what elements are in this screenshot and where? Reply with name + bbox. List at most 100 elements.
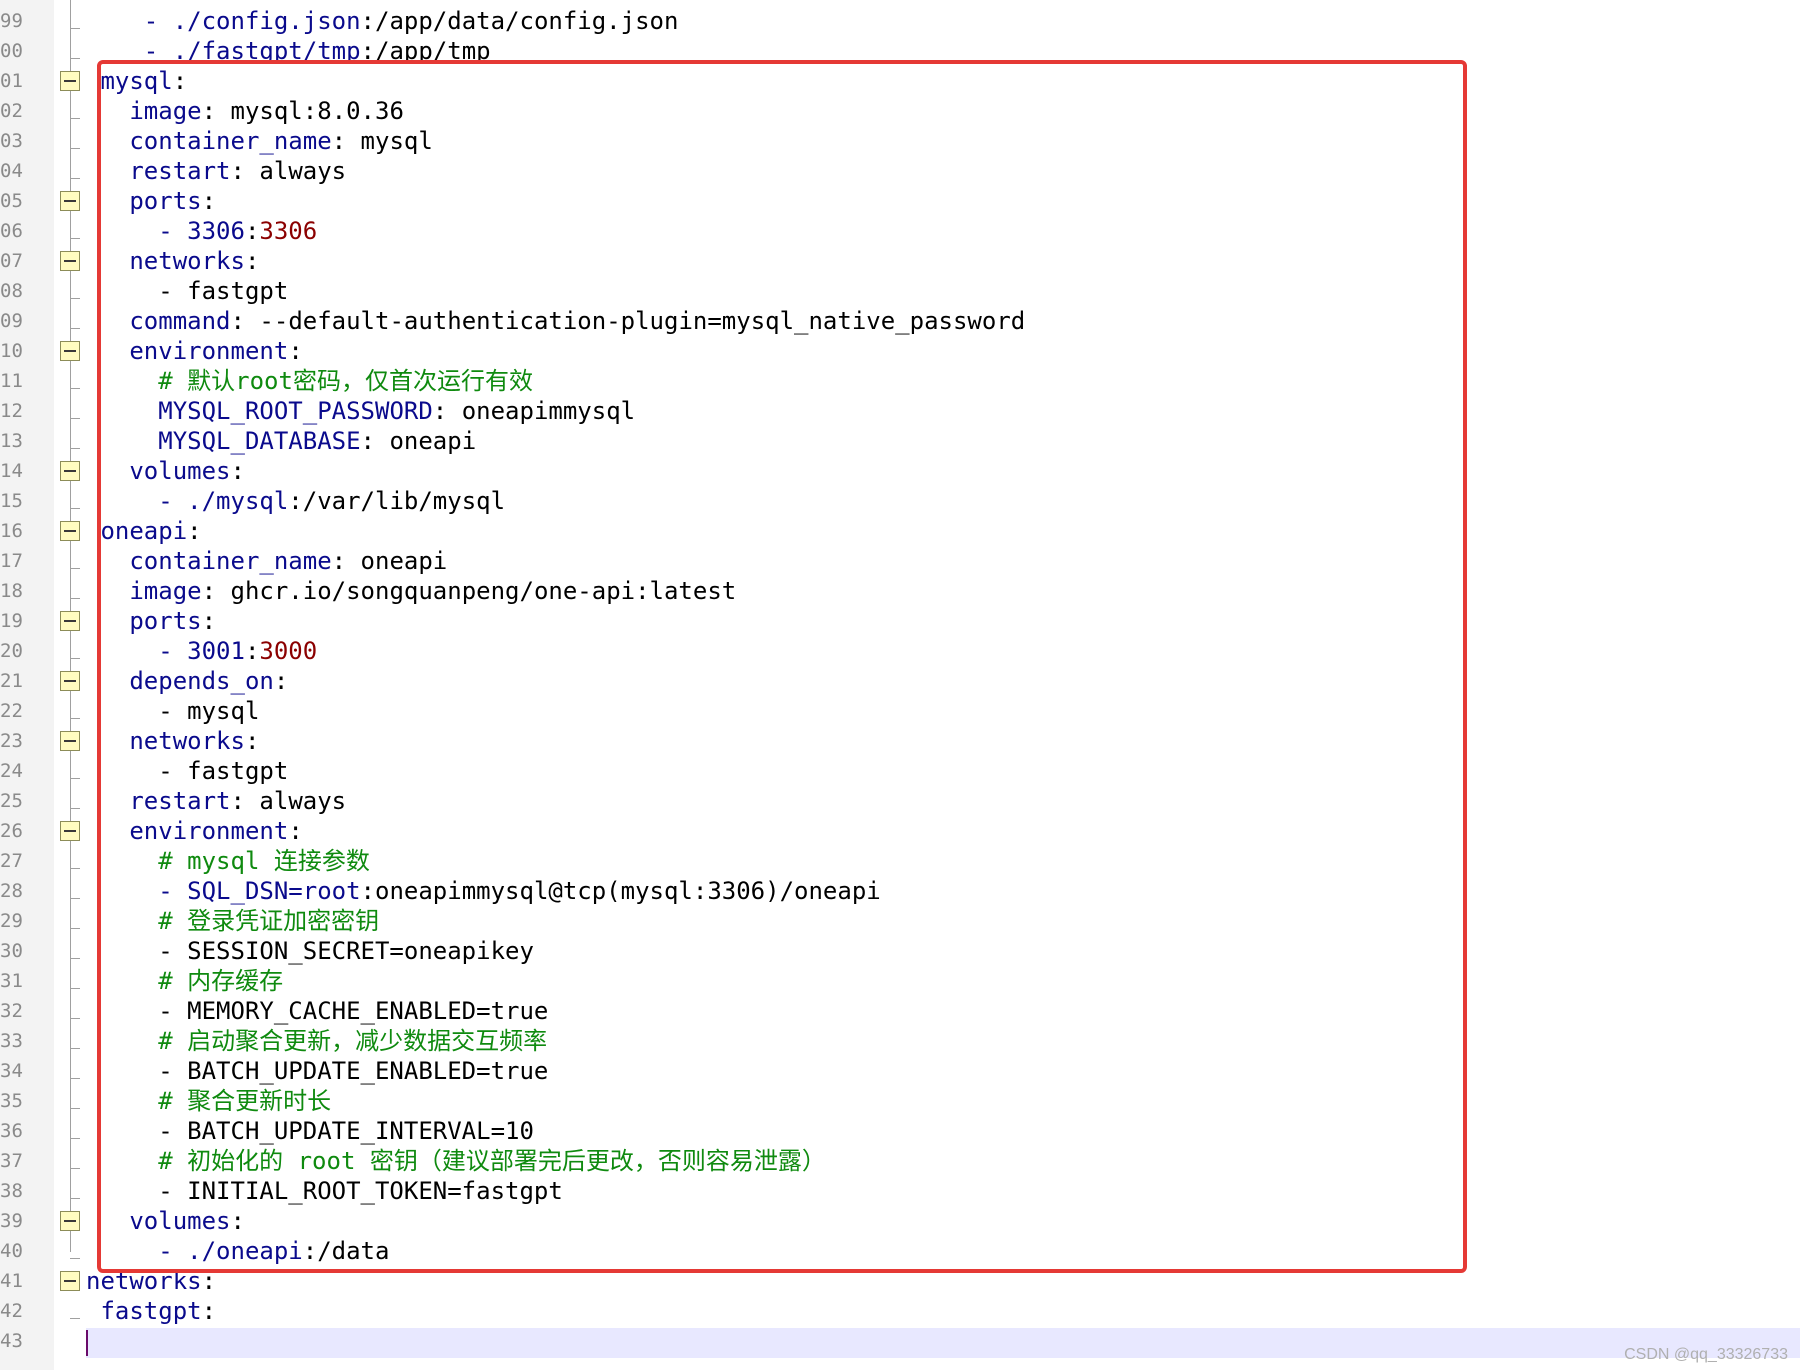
fold-toggle-icon[interactable] <box>60 341 80 361</box>
fold-toggle-icon[interactable] <box>60 191 80 211</box>
code-line[interactable]: ports: <box>86 186 216 216</box>
code-line[interactable]: restart: always <box>86 156 346 186</box>
fold-tick <box>70 568 80 569</box>
code-line[interactable]: mysql: <box>86 66 187 96</box>
code-line[interactable]: - BATCH_UPDATE_ENABLED=true <box>86 1056 548 1086</box>
code-line[interactable]: # mysql 连接参数 <box>86 846 370 876</box>
code-line[interactable]: - SESSION_SECRET=oneapikey <box>86 936 534 966</box>
code-line[interactable]: fastgpt: <box>86 1296 216 1326</box>
line-number: 27 <box>0 850 23 872</box>
code-token: :/var/lib/mysql <box>288 487 506 515</box>
fold-tick <box>70 28 80 29</box>
fold-toggle-icon[interactable] <box>60 521 80 541</box>
code-token: image <box>129 97 202 125</box>
code-token: - ./oneapi <box>158 1237 303 1265</box>
code-line[interactable]: oneapi: <box>86 516 201 546</box>
code-token: : mysql:8.0.36 <box>201 97 404 125</box>
line-number: 42 <box>0 1300 23 1322</box>
code-line[interactable]: - ./oneapi:/data <box>86 1236 389 1266</box>
line-number: 99 <box>0 10 23 32</box>
line-number: 04 <box>0 160 23 182</box>
fold-toggle-icon[interactable] <box>60 671 80 691</box>
line-number: 28 <box>0 880 23 902</box>
code-line[interactable]: MYSQL_ROOT_PASSWORD: oneapimmysql <box>86 396 635 426</box>
code-line[interactable]: volumes: <box>86 456 245 486</box>
code-line[interactable]: # 登录凭证加密密钥 <box>86 906 379 936</box>
code-line[interactable]: depends_on: <box>86 666 288 696</box>
line-number: 35 <box>0 1090 23 1112</box>
fold-toggle-icon[interactable] <box>60 71 80 91</box>
code-line[interactable]: # 启动聚合更新，减少数据交互频率 <box>86 1026 547 1056</box>
code-line[interactable]: image: mysql:8.0.36 <box>86 96 404 126</box>
code-line[interactable]: restart: always <box>86 786 346 816</box>
code-line[interactable]: command: --default-authentication-plugin… <box>86 306 1025 336</box>
code-token: :/data <box>302 1237 390 1265</box>
fold-toggle-icon[interactable] <box>60 461 80 481</box>
line-number: 11 <box>0 370 23 392</box>
code-line[interactable]: - fastgpt <box>86 756 288 786</box>
fold-toggle-icon[interactable] <box>60 1271 80 1291</box>
code-line[interactable]: networks: <box>86 246 259 276</box>
code-token: :/app/tmp <box>360 37 491 65</box>
code-line[interactable]: - MEMORY_CACHE_ENABLED=true <box>86 996 548 1026</box>
fold-tick <box>70 928 80 929</box>
code-line[interactable]: image: ghcr.io/songquanpeng/one-api:late… <box>86 576 736 606</box>
code-line[interactable]: # 初始化的 root 密钥（建议部署完后更改，否则容易泄露） <box>86 1146 826 1176</box>
code-editor[interactable]: - ./config.json:/app/data/config.json - … <box>0 0 1800 1370</box>
fold-toggle-icon[interactable] <box>60 821 80 841</box>
code-token: - fastgpt <box>86 277 289 305</box>
line-number: 12 <box>0 400 23 422</box>
code-line[interactable]: MYSQL_DATABASE: oneapi <box>86 426 476 456</box>
code-line[interactable]: environment: <box>86 336 302 366</box>
code-token: :oneapimmysql@tcp(mysql:3306)/oneapi <box>360 877 881 905</box>
fold-toggle-icon[interactable] <box>60 731 80 751</box>
code-line[interactable]: container_name: oneapi <box>86 546 447 576</box>
code-line[interactable]: - ./mysql:/var/lib/mysql <box>86 486 505 516</box>
code-line[interactable]: - ./fastgpt/tmp:/app/tmp <box>86 36 491 66</box>
code-line[interactable]: networks: <box>86 1266 216 1296</box>
code-line[interactable]: - mysql <box>86 696 259 726</box>
code-line[interactable]: - 3001:3000 <box>86 636 317 666</box>
code-line[interactable]: ports: <box>86 606 216 636</box>
code-token: - 3001 <box>158 637 245 665</box>
code-line[interactable]: - ./config.json:/app/data/config.json <box>86 6 679 36</box>
code-line[interactable]: - SQL_DSN=root:oneapimmysql@tcp(mysql:33… <box>86 876 881 906</box>
fold-tick <box>70 418 80 419</box>
code-token: # 登录凭证加密密钥 <box>158 907 380 935</box>
code-token: : always <box>230 157 347 185</box>
code-line[interactable]: - fastgpt <box>86 276 288 306</box>
fold-toggle-icon[interactable] <box>60 1211 80 1231</box>
code-line[interactable]: - 3306:3306 <box>86 216 317 246</box>
code-token: - BATCH_UPDATE_INTERVAL=10 <box>86 1117 534 1145</box>
line-number: 01 <box>0 70 23 92</box>
code-line[interactable]: # 聚合更新时长 <box>86 1086 331 1116</box>
fold-tick <box>70 148 80 149</box>
code-line[interactable]: # 默认root密码，仅首次运行有效 <box>86 366 533 396</box>
fold-toggle-icon[interactable] <box>60 611 80 631</box>
code-token: # mysql 连接参数 <box>158 847 370 875</box>
fold-tick <box>70 1198 80 1199</box>
code-line[interactable]: # 内存缓存 <box>86 966 283 996</box>
line-number: 34 <box>0 1060 23 1082</box>
code-line[interactable]: networks: <box>86 726 259 756</box>
code-token: : <box>201 1297 217 1325</box>
code-line[interactable]: - BATCH_UPDATE_INTERVAL=10 <box>86 1116 534 1146</box>
code-line[interactable]: volumes: <box>86 1206 245 1236</box>
code-token: - SESSION_SECRET=oneapikey <box>86 937 534 965</box>
code-token: MYSQL_DATABASE <box>158 427 361 455</box>
code-line[interactable]: - INITIAL_ROOT_TOKEN=fastgpt <box>86 1176 563 1206</box>
code-token: - MEMORY_CACHE_ENABLED=true <box>86 997 549 1025</box>
code-line[interactable]: environment: <box>86 816 302 846</box>
code-line[interactable]: container_name: mysql <box>86 126 432 156</box>
fold-toggle-icon[interactable] <box>60 251 80 271</box>
